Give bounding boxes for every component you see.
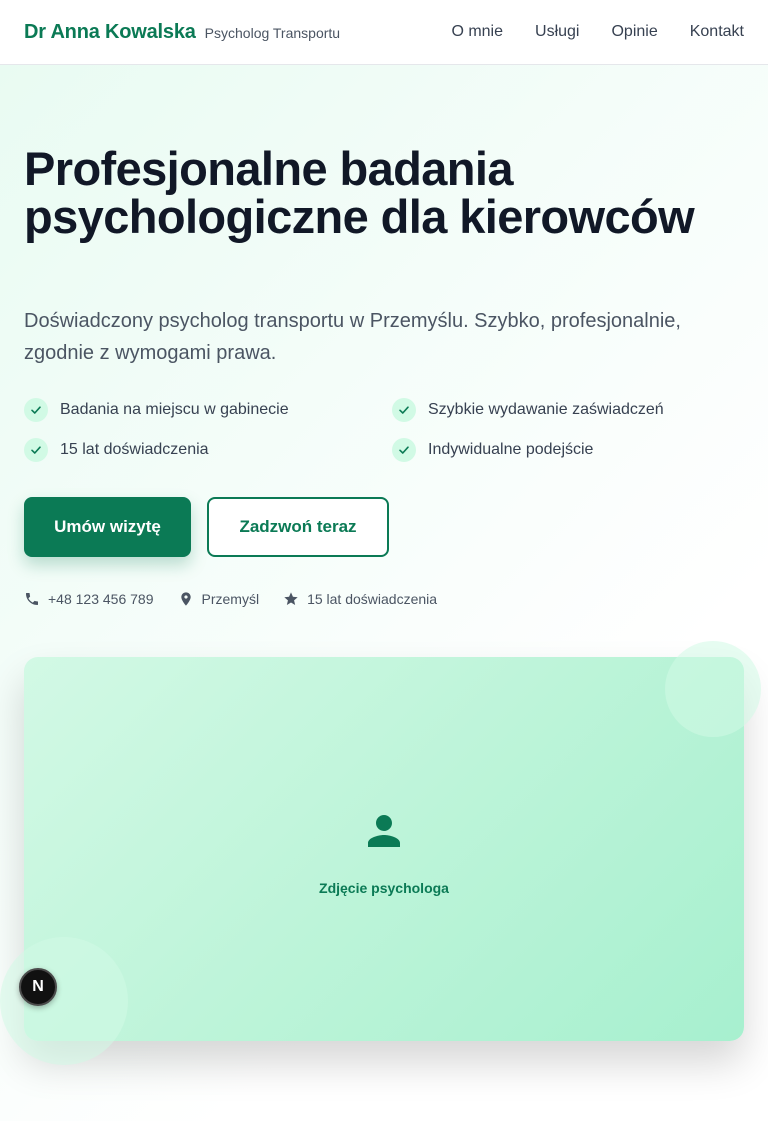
feature-item: Szybkie wydawanie zaświadczeń: [392, 398, 744, 422]
check-icon: [24, 438, 48, 462]
nav-link-kontakt[interactable]: Kontakt: [690, 23, 744, 41]
hero-lead: Doświadczony psycholog transportu w Prze…: [24, 310, 681, 364]
feature-item: 15 lat doświadczenia: [24, 438, 392, 462]
decorative-circle: [0, 937, 128, 1065]
brand-subtitle: Psycholog Transportu: [204, 24, 341, 41]
hero-title: Profesjonalne badania psychologiczne dla…: [24, 142, 695, 243]
feature-list: Badania na miejscu w gabinecie Szybkie w…: [24, 398, 744, 462]
feature-item: Badania na miejscu w gabinecie: [24, 398, 392, 422]
site-header: Dr Anna Kowalska Psycholog Transportu O …: [0, 0, 768, 65]
check-icon: [392, 438, 416, 462]
floating-n-badge[interactable]: N: [19, 968, 57, 1006]
feature-item: Indywidualne podejście: [392, 438, 744, 462]
person-icon: [368, 815, 400, 847]
contact-experience-text: 15 lat doświadczenia: [307, 591, 438, 607]
feature-label: 15 lat doświadczenia: [60, 441, 209, 458]
check-icon: [392, 398, 416, 422]
contact-phone[interactable]: +48 123 456 789: [24, 591, 154, 607]
contact-experience: 15 lat doświadczenia: [283, 591, 437, 607]
star-icon: [284, 592, 298, 605]
photo-label: Zdjęcie psychologa: [319, 880, 449, 896]
map-pin-icon: [180, 592, 191, 606]
feature-label: Badania na miejscu w gabinecie: [60, 401, 289, 418]
nav-link-opinie[interactable]: Opinie: [611, 23, 657, 41]
decorative-circle: [665, 641, 761, 737]
nav-link-uslugi[interactable]: Usługi: [535, 23, 579, 41]
main-nav: O mnie Usługi Opinie Kontakt: [451, 23, 744, 41]
contact-location: Przemyśl: [178, 591, 260, 607]
contact-phone-text: +48 123 456 789: [48, 591, 154, 607]
contact-info: +48 123 456 789 Przemyśl 15 lat doświadc…: [24, 589, 461, 609]
check-icon: [24, 398, 48, 422]
call-now-button[interactable]: Zadzwoń teraz: [207, 497, 389, 557]
book-visit-button[interactable]: Umów wizytę: [24, 497, 191, 557]
contact-location-text: Przemyśl: [201, 591, 260, 607]
feature-label: Szybkie wydawanie zaświadczeń: [428, 401, 664, 418]
nav-link-o-mnie[interactable]: O mnie: [451, 23, 503, 41]
psychologist-photo-placeholder: Zdjęcie psychologa: [24, 657, 744, 1041]
brand-name[interactable]: Dr Anna Kowalska: [24, 21, 196, 44]
hero-section: Profesjonalne badania psychologiczne dla…: [0, 65, 768, 1121]
phone-icon: [26, 593, 38, 605]
feature-label: Indywidualne podejście: [428, 441, 594, 458]
